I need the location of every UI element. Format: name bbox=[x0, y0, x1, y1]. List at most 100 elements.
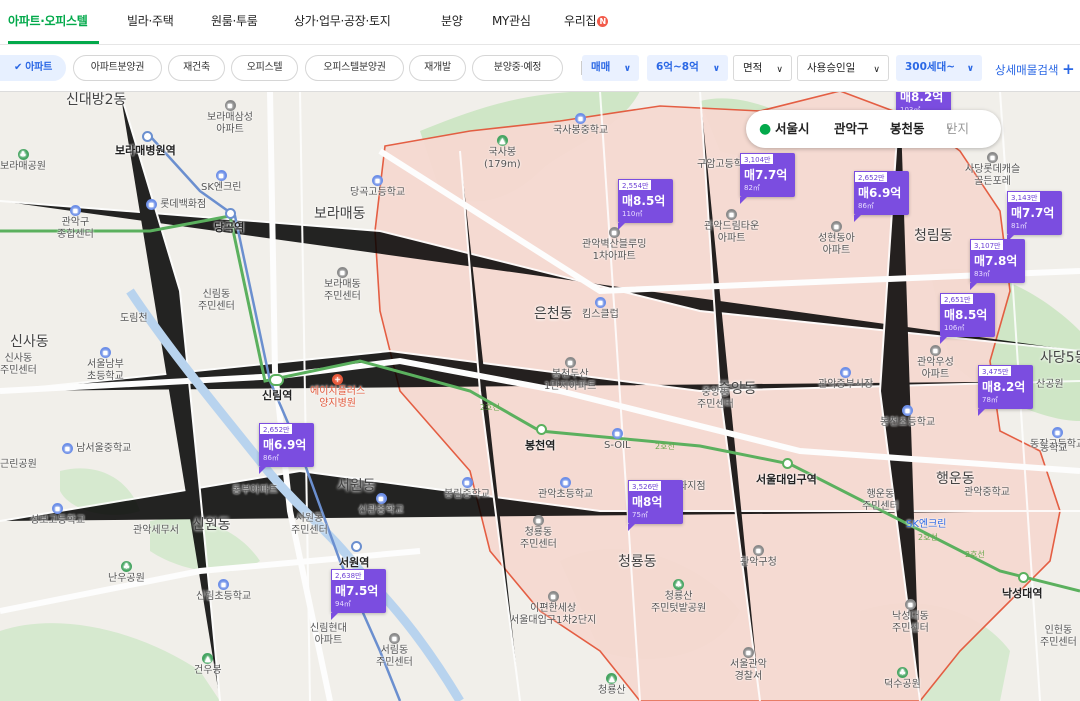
poi-label[interactable]: ▪ 이편한세상 서울대입구1차2단지 bbox=[510, 591, 596, 627]
poi-label[interactable]: ♣ 보라매공원 bbox=[0, 149, 46, 173]
poi-label[interactable]: ▪ SK엔크린 bbox=[201, 170, 242, 194]
poi-label[interactable]: ▪ 롯데백화점 bbox=[146, 199, 206, 211]
breadcrumb-district[interactable]: 관악구 bbox=[834, 110, 869, 148]
station-nakseongdae[interactable]: 낙성대역 bbox=[1002, 585, 1042, 601]
station-boramae-hospital[interactable]: 보라매병원역 bbox=[115, 142, 176, 158]
poi-label[interactable]: ▪ 서림동 주민센터 bbox=[376, 633, 413, 669]
poi-label[interactable]: ▪ 낙성대동 주민센터 bbox=[892, 599, 929, 635]
breadcrumb-city[interactable]: 서울시 bbox=[775, 110, 810, 148]
poi-label[interactable]: ▪ 킴스클럽 bbox=[582, 297, 619, 321]
station-sillim[interactable]: 신림역 bbox=[262, 387, 292, 403]
poi-label[interactable]: 동부아파트 bbox=[232, 485, 278, 497]
poi-label[interactable]: ▪ 봉림중학교 bbox=[444, 477, 490, 501]
poi-label[interactable]: 동학교 bbox=[1040, 443, 1068, 455]
tab-oneroom-tworoom[interactable]: 원룸·투룸 bbox=[211, 12, 258, 29]
station-danggok[interactable]: 당곡역 bbox=[214, 219, 244, 235]
poi-label[interactable]: ♣ 난우공원 bbox=[108, 561, 145, 585]
tab-commercial-land[interactable]: 상가·업무·공장·토지 bbox=[294, 12, 391, 29]
poi-label[interactable]: 근린공원 bbox=[0, 459, 37, 471]
poi-label[interactable]: 신림동 주민센터 bbox=[198, 289, 235, 313]
tab-apartment-officetel[interactable]: 아파트·오피스텔 bbox=[8, 12, 88, 29]
detail-search-button[interactable]: 상세매물검색 + bbox=[995, 60, 1075, 78]
households-dropdown[interactable]: 300세대~ ∨ bbox=[896, 55, 982, 81]
poi-label[interactable]: ▪ 관악구청 bbox=[740, 545, 777, 569]
poi-label[interactable]: ▲ 국사봉 (179m) bbox=[484, 135, 521, 171]
station-bongcheon[interactable]: 봉천역 bbox=[525, 437, 555, 453]
trade-type-dropdown[interactable]: 매매 ∨ bbox=[582, 55, 639, 81]
poi-label[interactable]: ▪ 보라매삼성 아파트 bbox=[207, 100, 253, 136]
poi-label[interactable]: 관악세무서 bbox=[133, 525, 179, 537]
poi-label[interactable]: 신림현대 아파트 bbox=[310, 623, 347, 647]
listing-pin[interactable]: 2,638만 매7.5억 94㎡ bbox=[331, 569, 386, 620]
poi-label[interactable]: ▪ 보라매동 주민센터 bbox=[324, 267, 361, 303]
poi-label[interactable]: ▪ 청룡동 주민센터 bbox=[520, 515, 557, 551]
station-seoul-univ[interactable]: 서울대입구역 bbox=[756, 471, 817, 487]
tab-presale[interactable]: 분양 bbox=[441, 12, 463, 29]
listing-pin[interactable]: 2,554만 매8.5억 110㎡ bbox=[618, 179, 673, 230]
poi-label[interactable]: 인헌동 주민센터 bbox=[1040, 625, 1077, 649]
poi-label[interactable]: ▪ 관악우성 아파트 bbox=[917, 345, 954, 381]
chip-apartment[interactable]: ✔ 아파트 bbox=[0, 55, 66, 81]
breadcrumb-dong[interactable]: 봉천동 bbox=[890, 110, 925, 148]
poi-label[interactable]: ▪ 국사봉중학교 bbox=[553, 113, 608, 137]
poi-label[interactable]: + 에이치플러스 양지병원 bbox=[310, 374, 365, 410]
poi-label[interactable]: ♣ 청룡산 주민텃밭공원 bbox=[651, 579, 706, 615]
map-canvas[interactable]: 보라매동 은천동 청림동 신사동 서원동 신원동 청룡동 행운동 사당5동 신대… bbox=[0, 91, 1080, 701]
listing-pin[interactable]: 3,107만 매7.8억 83㎡ bbox=[970, 239, 1025, 290]
poi-label[interactable]: ▪ 서울남부 초등학교 bbox=[87, 347, 124, 383]
poi-label[interactable]: ▪ 관악초등학교 bbox=[538, 477, 593, 501]
poi-label[interactable]: 중앙동 주민센터 bbox=[697, 387, 734, 411]
poi-label[interactable]: ▪ 성보고등학교 bbox=[30, 503, 85, 527]
poi-label[interactable]: ▪ 서울관악 경찰서 bbox=[730, 647, 767, 683]
poi-label[interactable]: ▪ 관악중부시장 bbox=[818, 367, 873, 391]
chevron-down-icon: ∨ bbox=[623, 64, 631, 74]
listing-pin[interactable]: 3,526만 매8억 75㎡ bbox=[628, 480, 683, 531]
public-office-icon: ▪ bbox=[336, 267, 348, 278]
chip-presale-upcoming[interactable]: 분양중·예정 bbox=[472, 55, 563, 81]
area-dropdown[interactable]: 면적 ∨ bbox=[733, 55, 792, 81]
poi-label[interactable]: 행운동 주민센터 bbox=[862, 489, 899, 513]
station-seowon[interactable]: 서원역 bbox=[339, 554, 369, 570]
poi-label[interactable]: ▪ 신림초등학교 bbox=[196, 579, 251, 603]
poi-label[interactable]: ▪ 관악구 종합센터 bbox=[57, 205, 94, 241]
chip-reconstruction[interactable]: 재건축 bbox=[168, 55, 225, 81]
poi-label[interactable]: 산공원 bbox=[1036, 379, 1064, 391]
poi-label[interactable]: 신사동 주민센터 bbox=[0, 353, 37, 377]
poi-label[interactable]: 관악중학교 bbox=[964, 487, 1010, 499]
listing-pin[interactable]: 2,651만 매8.5억 106㎡ bbox=[940, 293, 995, 344]
listing-pin[interactable]: 3,143만 매7.7억 81㎡ bbox=[1007, 191, 1062, 242]
public-office-icon: ▪ bbox=[904, 599, 916, 610]
poi-label[interactable]: SK엔크린 bbox=[906, 519, 947, 531]
listing-pin[interactable]: 3,104만 매7.7억 82㎡ bbox=[740, 153, 795, 204]
poi-label[interactable]: ▪ 성현동아 아파트 bbox=[818, 221, 855, 257]
price-dropdown[interactable]: 6억~8억 ∨ bbox=[647, 55, 728, 81]
listing-pin[interactable]: 2,652만 매6.9억 86㎡ bbox=[259, 423, 314, 474]
poi-label[interactable]: ▪ 당곡고등학교 bbox=[350, 175, 405, 199]
poi-label[interactable]: ▲ 청룡산 bbox=[598, 673, 626, 697]
approval-date-dropdown[interactable]: 사용승인일 ∨ bbox=[797, 55, 889, 81]
school-icon: ▪ bbox=[52, 503, 64, 514]
chip-officetel[interactable]: 오피스텔 bbox=[231, 55, 298, 81]
poi-label[interactable]: ▲ 건우봉 bbox=[194, 653, 222, 677]
poi-label[interactable]: ▪ S-OIL bbox=[604, 428, 631, 452]
chip-redevelopment[interactable]: 재개발 bbox=[409, 55, 466, 81]
poi-label[interactable]: ▪ 사당롯데캐슬 골든포레 bbox=[965, 152, 1020, 188]
poi-label[interactable]: ♣ 덕수공원 bbox=[884, 667, 921, 691]
dong-label: 행운동 bbox=[936, 471, 975, 487]
tab-my-home[interactable]: 우리집 N bbox=[564, 12, 609, 29]
tab-my-interest[interactable]: MY관심 bbox=[492, 12, 531, 29]
poi-label[interactable]: ▪ 신관중학교 bbox=[358, 493, 404, 517]
tab-villa-house[interactable]: 빌라·주택 bbox=[127, 12, 174, 29]
listing-pin[interactable]: 2,652만 매6.9억 86㎡ bbox=[854, 171, 909, 222]
price-value: 6억~8억 bbox=[656, 61, 699, 73]
poi-label[interactable]: ▪ 관악벽산블루밍 1차아파트 bbox=[582, 227, 646, 263]
poi-label[interactable]: 서원동 주민센터 bbox=[291, 513, 328, 537]
poi-label[interactable]: ▪ 봉천초등학교 bbox=[880, 405, 935, 429]
listing-pin[interactable]: 3,475만 매8.2억 78㎡ bbox=[978, 365, 1033, 416]
chip-officetel-presale-right[interactable]: 오피스텔분양권 bbox=[305, 55, 404, 81]
chip-apartment-presale-right[interactable]: 아파트분양권 bbox=[73, 55, 162, 81]
poi-label[interactable]: ▪ 관악드림타운 아파트 bbox=[704, 209, 759, 245]
poi-label[interactable]: ▪ 봉천두산 1단지아파트 bbox=[544, 357, 596, 393]
poi-label[interactable]: ▪ 남서울중학교 bbox=[62, 443, 131, 455]
dong-label: 서원동 bbox=[337, 478, 376, 494]
